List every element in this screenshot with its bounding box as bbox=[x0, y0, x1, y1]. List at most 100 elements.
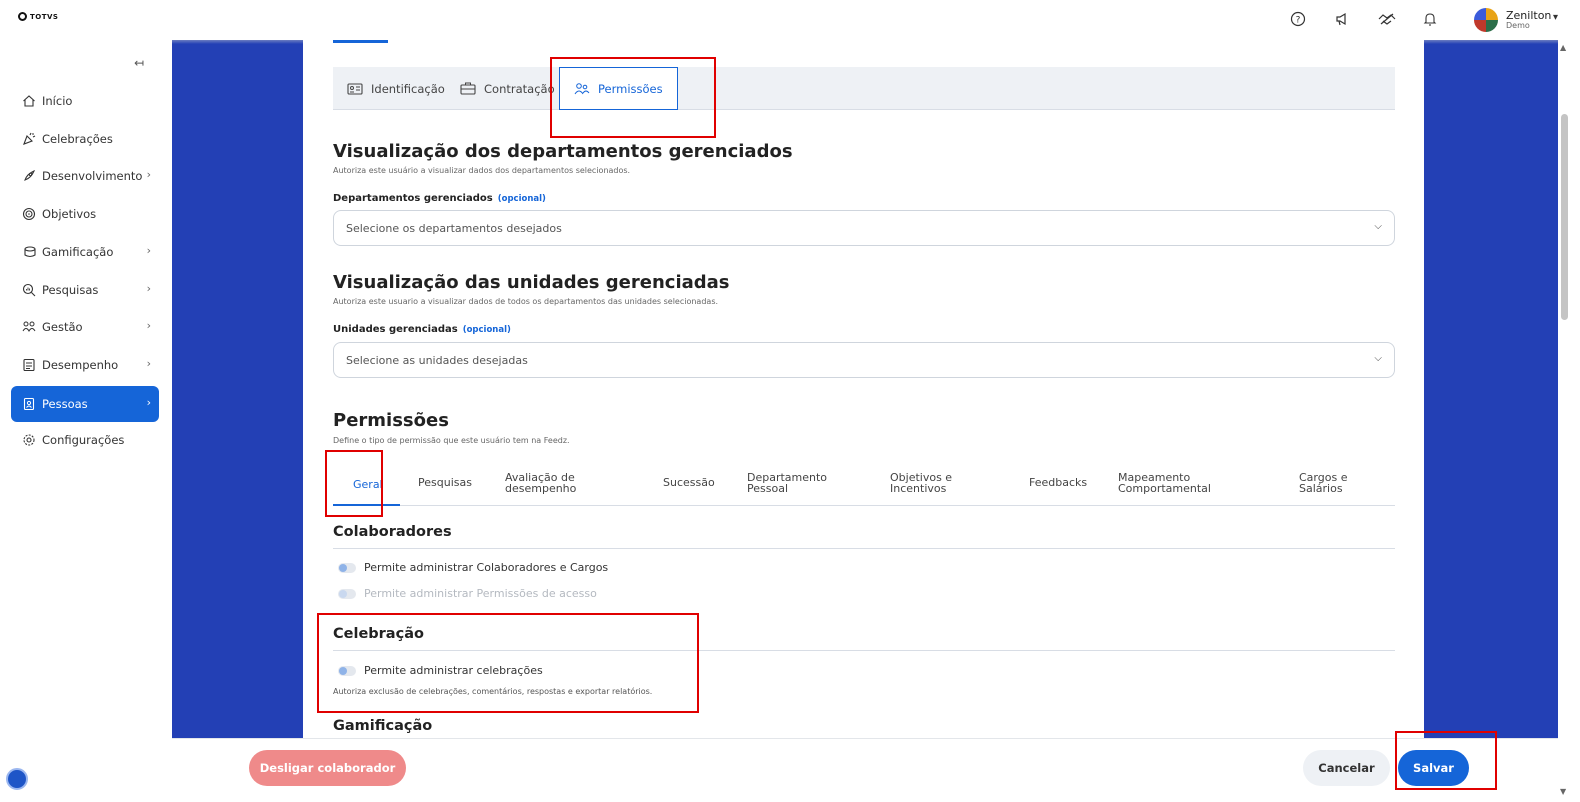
toggle-switch-disabled bbox=[338, 588, 356, 599]
chevron-right-icon: › bbox=[146, 282, 151, 295]
sidebar-item-label: Gestão bbox=[42, 320, 83, 334]
chevron-down-icon: ⌵ bbox=[1374, 353, 1382, 364]
ptab-label: Pesquisas bbox=[418, 476, 472, 489]
id-card-icon bbox=[347, 82, 363, 96]
sidebar-item-pessoas[interactable]: Pessoas › bbox=[11, 386, 159, 422]
ptab-label: Sucessão bbox=[663, 476, 715, 489]
ptab-label-line2: Pessoal bbox=[747, 482, 788, 495]
cancel-button[interactable]: Cancelar bbox=[1303, 750, 1390, 786]
chat-help-icon[interactable] bbox=[6, 768, 28, 790]
ptab-departamento-pessoal[interactable]: Departamento Pessoal bbox=[747, 472, 827, 494]
scrollbar-thumb[interactable] bbox=[1561, 114, 1568, 320]
ptab-feedbacks[interactable]: Feedbacks bbox=[1029, 477, 1087, 488]
toggle-row-colaboradores: Permite administrar Colaboradores e Carg… bbox=[338, 561, 608, 574]
sidebar-item-objetivos[interactable]: Objetivos bbox=[11, 196, 159, 232]
sidebar-item-label: Início bbox=[42, 94, 73, 108]
gear-icon bbox=[21, 432, 37, 448]
ptab-label: Feedbacks bbox=[1029, 476, 1088, 489]
toggle-label: Permite administrar Permissões de acesso bbox=[364, 587, 597, 600]
ptab-label-line2: Comportamental bbox=[1118, 482, 1211, 495]
tab-contratacao[interactable]: Contratação bbox=[460, 67, 555, 110]
scroll-up-icon[interactable]: ▲ bbox=[1560, 43, 1566, 52]
select-placeholder: Selecione as unidades desejadas bbox=[346, 353, 528, 367]
rocket-icon bbox=[21, 168, 37, 184]
sidebar-item-desempenho[interactable]: Desempenho › bbox=[11, 347, 159, 383]
help-icon[interactable]: ? bbox=[1288, 9, 1308, 29]
dismiss-employee-button[interactable]: Desligar colaborador bbox=[249, 750, 406, 786]
toggle-switch[interactable] bbox=[338, 562, 356, 573]
megaphone-icon[interactable] bbox=[1332, 9, 1352, 29]
form-tabs: Identificação Contratação Permissões bbox=[333, 67, 1395, 110]
divider bbox=[333, 650, 1395, 651]
collapse-sidebar-icon[interactable]: ↤ bbox=[134, 56, 144, 70]
logo-text: TOTVS bbox=[30, 12, 59, 21]
divider bbox=[333, 548, 1395, 549]
briefcase-icon bbox=[460, 82, 476, 96]
permission-category-tabs: Geral Pesquisas Avaliação de desempenho S… bbox=[333, 461, 1395, 506]
target-icon bbox=[21, 206, 37, 222]
ptab-label-line2: Salários bbox=[1299, 482, 1343, 495]
user-company: Demo bbox=[1506, 21, 1530, 30]
colaboradores-title: Colaboradores bbox=[333, 524, 452, 540]
ptab-objetivos[interactable]: Objetivos e Incentivos bbox=[890, 472, 952, 494]
sidebar-item-label: Pesquisas bbox=[42, 283, 99, 297]
sidebar-item-pesquisas[interactable]: Pesquisas › bbox=[11, 272, 159, 308]
permissoes-desc: Define o tipo de permissão que este usuá… bbox=[333, 436, 570, 445]
sidebar-item-celebracoes[interactable]: Celebrações bbox=[11, 121, 159, 157]
ptab-sucessao[interactable]: Sucessão bbox=[663, 477, 715, 488]
chevron-right-icon: › bbox=[146, 168, 151, 181]
sidebar-item-label: Desenvolvimento bbox=[42, 169, 143, 183]
user-avatar[interactable] bbox=[1474, 8, 1498, 32]
totvs-logo[interactable]: TOTVS bbox=[18, 12, 58, 21]
ptab-geral[interactable]: Geral bbox=[353, 479, 383, 490]
checklist-icon bbox=[21, 357, 37, 373]
logo-ring-icon bbox=[18, 12, 27, 21]
sidebar-item-label: Desempenho bbox=[42, 358, 119, 372]
toggle-switch[interactable] bbox=[338, 665, 356, 676]
celebracao-title: Celebração bbox=[333, 626, 424, 642]
field-label-text: Departamentos gerenciados bbox=[333, 193, 493, 204]
unidades-select[interactable]: Selecione as unidades desejadas ⌵ bbox=[333, 342, 1395, 378]
sidebar-item-gamificacao[interactable]: Gamificação › bbox=[11, 234, 159, 270]
users-icon bbox=[574, 82, 590, 96]
ptab-label-line2: desempenho bbox=[505, 482, 577, 495]
sidebar-item-inicio[interactable]: Início bbox=[11, 83, 159, 119]
ptab-mapeamento[interactable]: Mapeamento Comportamental bbox=[1118, 472, 1211, 494]
field-label-text: Unidades gerenciadas bbox=[333, 324, 458, 335]
ptab-avaliacao[interactable]: Avaliação de desempenho bbox=[505, 472, 576, 494]
toggle-label: Permite administrar celebrações bbox=[364, 664, 543, 677]
sidebar-item-desenvolvimento[interactable]: Desenvolvimento › bbox=[11, 158, 159, 194]
chevron-right-icon: › bbox=[146, 357, 151, 370]
scroll-down-icon[interactable]: ▼ bbox=[1560, 787, 1566, 796]
scrolled-tab-indicator bbox=[333, 40, 388, 43]
optional-tag: (opcional) bbox=[462, 325, 511, 335]
people-icon bbox=[21, 319, 37, 335]
bell-icon[interactable] bbox=[1420, 9, 1440, 29]
sidebar-item-label: Gamificação bbox=[42, 245, 114, 259]
ptab-cargos-salarios[interactable]: Cargos e Salários bbox=[1299, 472, 1347, 494]
ptab-pesquisas[interactable]: Pesquisas bbox=[418, 477, 472, 488]
sidebar-item-configuracoes[interactable]: Configurações bbox=[11, 422, 159, 458]
handshake-icon[interactable] bbox=[1377, 9, 1397, 29]
ptab-label-line2: Incentivos bbox=[890, 482, 947, 495]
sidebar-item-label: Objetivos bbox=[42, 207, 97, 221]
select-placeholder: Selecione os departamentos desejados bbox=[346, 221, 562, 235]
departamentos-select[interactable]: Selecione os departamentos desejados ⌵ bbox=[333, 210, 1395, 246]
home-icon bbox=[21, 93, 37, 109]
tab-identificacao[interactable]: Identificação bbox=[347, 67, 445, 110]
sidebar-item-label: Pessoas bbox=[42, 397, 88, 411]
permissoes-title: Permissões bbox=[333, 410, 449, 431]
user-menu-caret-icon[interactable]: ▾ bbox=[1553, 12, 1558, 23]
unidades-desc: Autoriza este usuario a visualizar dados… bbox=[333, 297, 719, 306]
chevron-right-icon: › bbox=[146, 244, 151, 257]
sidebar-item-gestao[interactable]: Gestão › bbox=[11, 309, 159, 345]
departamentos-title: Visualização dos departamentos gerenciad… bbox=[333, 141, 793, 162]
top-bar: TOTVS ? Zenilton Demo ▾ bbox=[0, 0, 1580, 40]
chevron-right-icon: › bbox=[146, 396, 151, 409]
tab-label: Permissões bbox=[598, 81, 663, 96]
badge-icon bbox=[21, 396, 37, 412]
sidebar-item-label: Configurações bbox=[42, 433, 125, 447]
user-form-card: Identificação Contratação Permissões Vis… bbox=[303, 40, 1424, 738]
save-button[interactable]: Salvar bbox=[1398, 750, 1469, 786]
tab-permissoes[interactable]: Permissões bbox=[559, 67, 678, 110]
